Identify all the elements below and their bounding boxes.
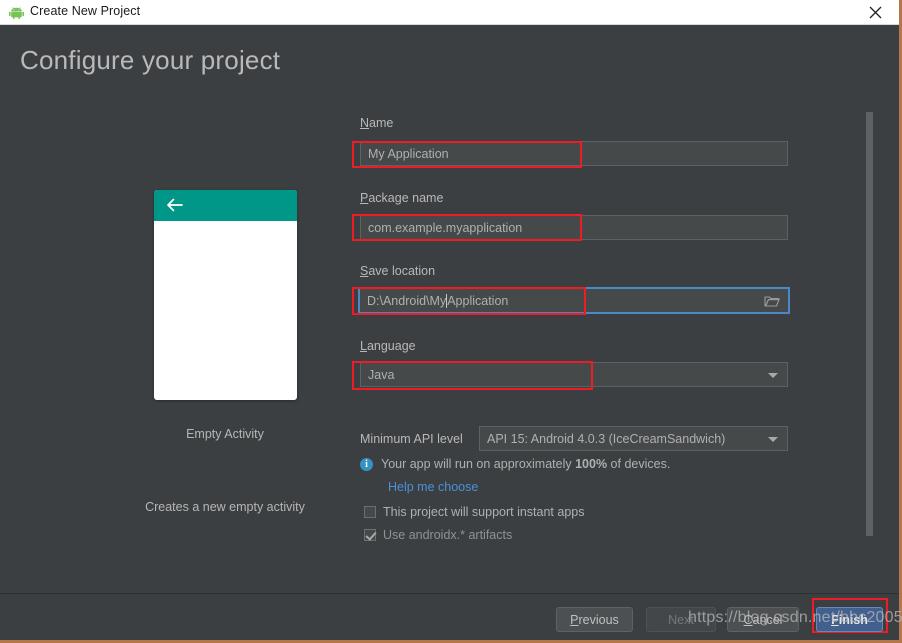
create-new-project-dialog: Create New Project Configure your projec… [0,0,902,643]
arrow-left-icon [166,198,183,217]
minimum-api-level-combobox[interactable]: API 15: Android 4.0.3 (IceCreamSandwich) [479,426,788,451]
help-me-choose-link[interactable]: Help me choose [388,480,478,494]
watermark-text: https://blog.csdn.net/bbc2005 [688,609,902,626]
preview-app-bar [154,190,297,221]
instant-apps-checkbox[interactable]: This project will support instant apps [364,505,584,519]
checkbox-box [364,529,376,541]
form-scroll-area: Empty Activity Creates a new empty activ… [0,100,899,545]
package-name-input-value: com.example.myapplication [368,220,523,235]
android-icon [9,6,24,19]
previous-button[interactable]: Previous [556,607,633,632]
previous-button-label-rest: revious [578,612,619,627]
previous-button-mnemonic: P [570,612,579,627]
template-name: Empty Activity [186,427,264,441]
name-label-rest: ame [369,116,394,130]
device-coverage-text-before: Your app will run on approximately [381,457,576,471]
save-location-value-before-caret: D:\Android\My [367,293,447,308]
language-combobox[interactable]: Java [360,362,788,387]
page-title: Configure your project [20,45,281,75]
instant-apps-checkbox-label: This project will support instant apps [383,505,585,519]
close-icon[interactable] [857,0,893,25]
info-icon: i [360,458,373,471]
scrollbar-thumb[interactable] [866,112,873,536]
folder-icon[interactable] [764,294,780,311]
name-input-value: My Application [368,146,449,161]
save-location-value-after-caret: Application [447,293,509,308]
minimum-api-level-label: Minimum API level [360,432,463,446]
package-name-label-rest: ackage name [368,191,444,205]
window-title: Create New Project [30,4,141,18]
name-input[interactable]: My Application [360,141,788,166]
template-preview [154,190,297,400]
language-label: Language [360,339,416,353]
minimum-api-level-selected-value: API 15: Android 4.0.3 (IceCreamSandwich) [487,431,726,446]
language-selected-value: Java [368,367,395,382]
title-bar: Create New Project [0,0,899,25]
androidx-artifacts-checkbox[interactable]: Use androidx.* artifacts [364,528,512,542]
save-location-label: Save location [360,264,435,278]
save-location-label-rest: ave location [368,264,436,278]
checkbox-box [364,506,376,518]
name-label-mnemonic: N [360,116,370,130]
language-label-rest: anguage [366,339,416,353]
chevron-down-icon [768,436,778,442]
save-location-input[interactable]: D:\Android\My Application [358,287,790,314]
device-coverage-text: Your app will run on approximately 100% … [381,457,670,471]
package-name-label: Package name [360,191,443,205]
chevron-down-icon [768,372,778,378]
template-description: Creates a new empty activity [145,500,305,514]
package-name-input[interactable]: com.example.myapplication [360,215,788,240]
androidx-artifacts-checkbox-label: Use androidx.* artifacts [383,528,513,542]
footer-divider [0,593,899,594]
device-coverage-text-after: of devices. [607,457,671,471]
device-coverage-percent: 100% [575,457,608,471]
language-label-mnemonic: L [360,339,367,353]
name-label: Name [360,116,393,130]
